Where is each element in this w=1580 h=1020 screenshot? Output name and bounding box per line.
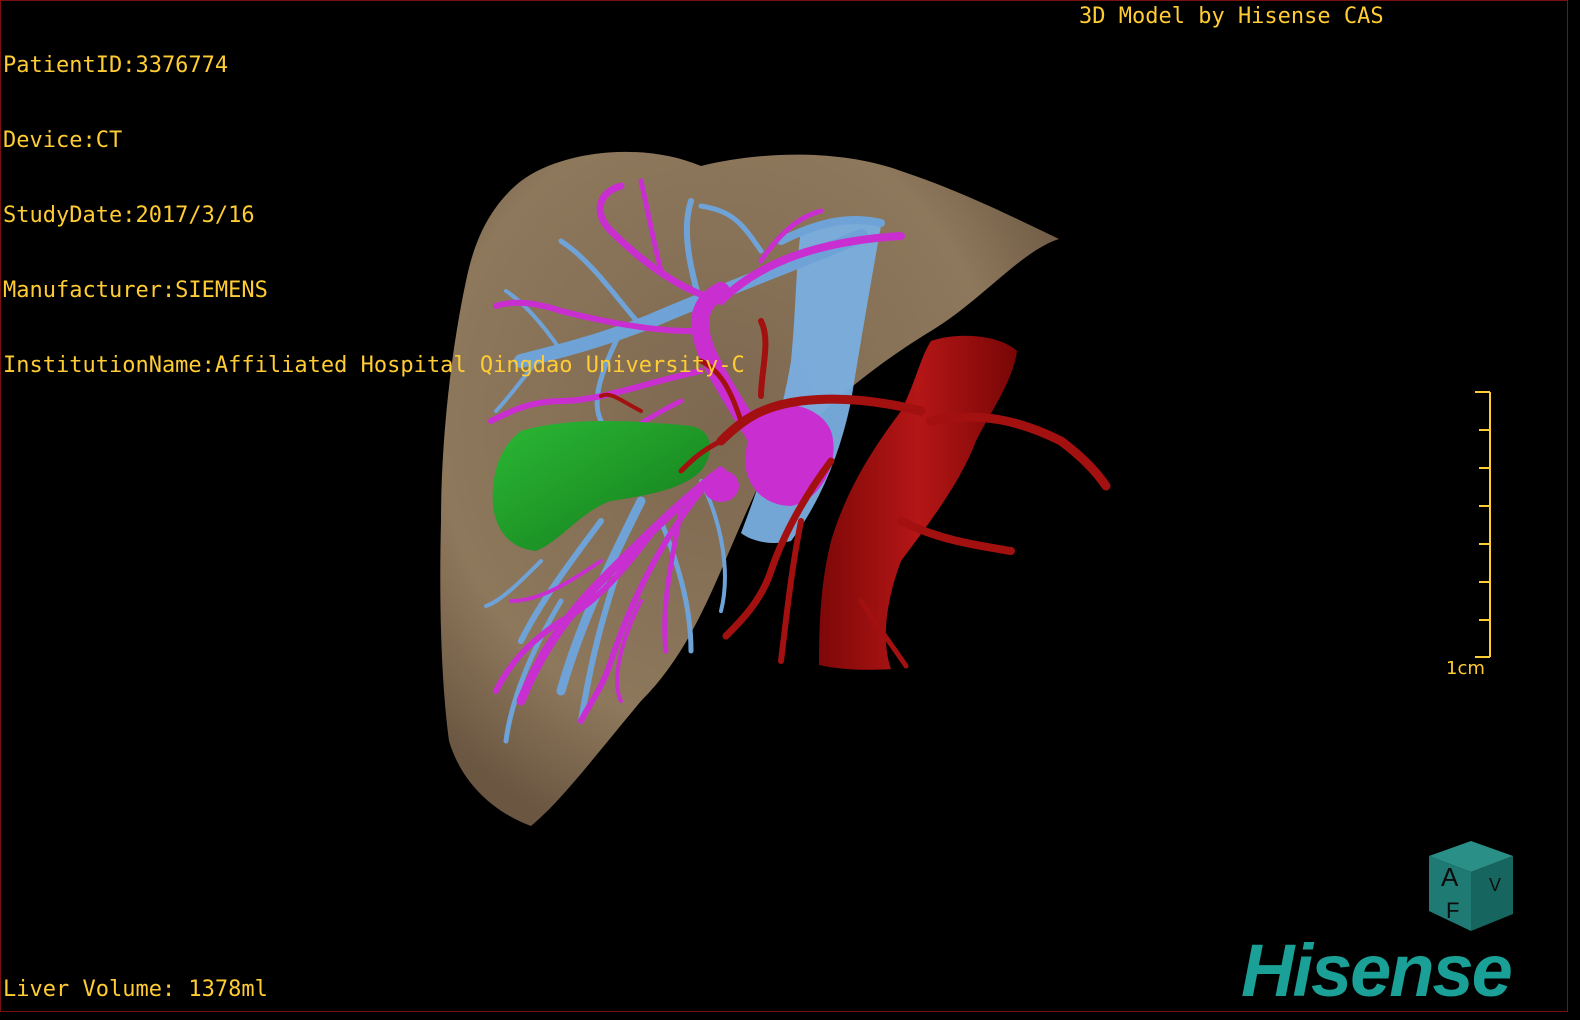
cube-face-front: A	[1441, 862, 1459, 892]
orientation-cube[interactable]: A V F	[1421, 836, 1521, 936]
institution-name: InstitutionName:Affiliated Hospital Qing…	[3, 353, 745, 378]
device: Device:CT	[3, 128, 123, 153]
patient-id: PatientID:3376774	[3, 53, 229, 78]
cube-face-side: V	[1489, 875, 1501, 895]
scale-label: 1cm	[1446, 658, 1485, 679]
study-info: PatientID:3376774 Device:CT StudyDate:20…	[3, 3, 745, 428]
portal-blob-small	[703, 470, 739, 502]
scale-bar	[1475, 391, 1491, 658]
study-date: StudyDate:2017/3/16	[3, 203, 255, 228]
manufacturer: Manufacturer:SIEMENS	[3, 278, 268, 303]
model-title: 3D Model by Hisense CAS	[1079, 4, 1384, 29]
hisense-logo: Hisense	[1241, 929, 1513, 1012]
cube-face-bottom: F	[1446, 898, 1459, 923]
liver-volume: Liver Volume: 1378ml	[3, 977, 268, 1002]
3d-viewport[interactable]: PatientID:3376774 Device:CT StudyDate:20…	[0, 0, 1568, 1012]
